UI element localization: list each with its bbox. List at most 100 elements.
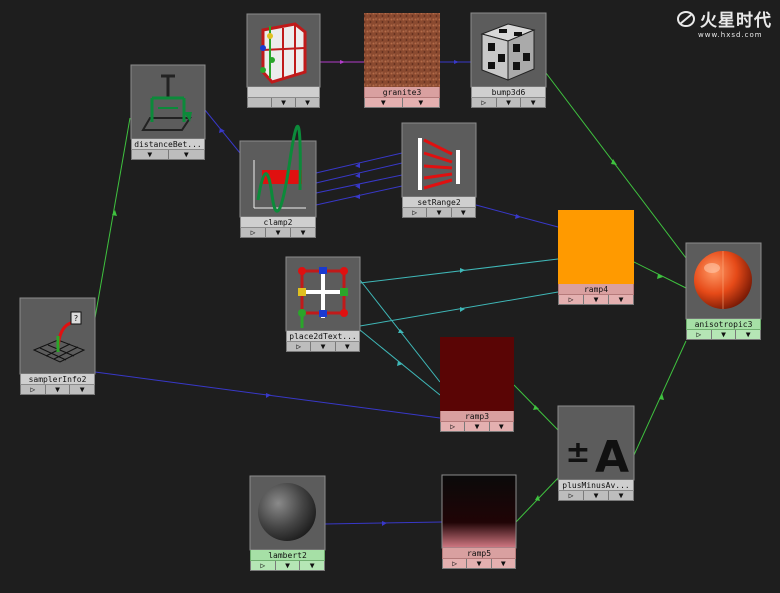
connection-setrange-clamp-1 bbox=[315, 152, 403, 174]
node-label: place2dText... bbox=[286, 331, 360, 342]
expand-button[interactable]: ▼ bbox=[365, 98, 403, 107]
ramp5-swatch bbox=[441, 474, 517, 549]
node-label: setRange2 bbox=[402, 197, 476, 208]
input-port-button[interactable]: ▷ bbox=[472, 98, 497, 107]
expand-button[interactable]: ▼ bbox=[584, 295, 609, 304]
hxsd-logo-icon bbox=[677, 10, 695, 27]
expand-button[interactable]: ▼ bbox=[266, 228, 291, 237]
expand-button[interactable]: ▼ bbox=[276, 561, 301, 570]
output-port-button[interactable]: ▼ bbox=[609, 295, 633, 304]
node-controls[interactable]: ▼ ▼ bbox=[131, 150, 205, 160]
node-controls[interactable]: ▷ ▼ ▼ bbox=[442, 559, 516, 569]
output-port-button[interactable]: ▼ bbox=[300, 561, 324, 570]
input-port-button[interactable]: ▷ bbox=[443, 559, 468, 568]
expand-button[interactable]: ▼ bbox=[132, 150, 169, 159]
input-port-button[interactable]: ▷ bbox=[287, 342, 312, 351]
expand-button[interactable]: ▼ bbox=[427, 208, 452, 217]
ramp3-swatch bbox=[440, 337, 514, 411]
node-controls[interactable]: ▷ ▼ ▼ bbox=[471, 98, 546, 108]
clamp-icon bbox=[239, 124, 317, 218]
node-controls[interactable]: ▷ ▼ ▼ bbox=[686, 330, 761, 340]
wire-arrow bbox=[659, 393, 664, 400]
output-port-button[interactable]: ▼ bbox=[403, 98, 440, 107]
node-controls[interactable]: ▷ ▼ ▼ bbox=[20, 385, 95, 395]
output-port-button[interactable]: ▼ bbox=[291, 228, 315, 237]
node-label: anisotropic3 bbox=[686, 319, 761, 330]
output-port-button[interactable]: ▼ bbox=[609, 491, 633, 500]
expand-button[interactable]: ▼ bbox=[46, 385, 71, 394]
bump3d-cube-icon bbox=[470, 12, 547, 88]
expand-button[interactable]: ▼ bbox=[584, 491, 609, 500]
expand-button[interactable]: ▼ bbox=[497, 98, 522, 107]
input-port-button[interactable]: ▷ bbox=[251, 561, 276, 570]
output-port-button[interactable]: ▼ bbox=[296, 98, 319, 107]
logo-text: 火星时代 bbox=[700, 11, 772, 31]
output-port-button[interactable]: ▼ bbox=[336, 342, 359, 351]
node-label: ramp4 bbox=[558, 284, 634, 295]
expand-button[interactable]: ▼ bbox=[311, 342, 336, 351]
output-port-button[interactable]: ▼ bbox=[490, 422, 513, 431]
wire-arrow bbox=[382, 521, 387, 526]
node-label: clamp2 bbox=[240, 217, 316, 228]
input-port-button[interactable]: ▷ bbox=[241, 228, 266, 237]
svg-text:±: ± bbox=[565, 435, 590, 470]
wire-arrow bbox=[397, 361, 403, 366]
node-controls[interactable]: ▷ ▼ ▼ bbox=[558, 491, 634, 501]
node-controls[interactable]: ▷ ▼ ▼ bbox=[286, 342, 360, 352]
wire-arrow bbox=[340, 60, 345, 64]
wire-arrow bbox=[515, 214, 521, 219]
wire-arrow bbox=[454, 60, 459, 64]
output-port-button[interactable]: ▼ bbox=[169, 150, 205, 159]
set-range-icon bbox=[401, 122, 477, 198]
expand-button[interactable]: ▼ bbox=[272, 98, 296, 107]
expand-button[interactable]: ▼ bbox=[465, 422, 490, 431]
node-controls[interactable]: ▷ ▼ ▼ bbox=[440, 422, 514, 432]
input-port-button[interactable] bbox=[248, 98, 272, 107]
hxsd-watermark-logo: 火星时代 www.hxsd.com bbox=[676, 6, 772, 39]
node-label: distanceBet... bbox=[131, 139, 205, 150]
logo-url: www.hxsd.com bbox=[698, 31, 763, 39]
node-label: ramp3 bbox=[440, 411, 514, 422]
svg-text:A: A bbox=[595, 432, 629, 483]
connection-ramp4-anisotropic3 bbox=[633, 261, 687, 289]
node-label: plusMinusAv... bbox=[558, 480, 634, 491]
node-controls[interactable]: ▷ ▼ ▼ bbox=[558, 295, 634, 305]
place2d-texture-icon bbox=[285, 256, 361, 332]
node-controls[interactable]: ▼ ▼ bbox=[247, 98, 320, 108]
place3d-texture-icon bbox=[246, 13, 321, 88]
svg-text:?: ? bbox=[74, 314, 78, 323]
input-port-button[interactable]: ▷ bbox=[559, 491, 584, 500]
ramp4-swatch bbox=[558, 210, 634, 284]
distance-between-icon bbox=[130, 64, 206, 140]
output-port-button[interactable]: ▼ bbox=[736, 330, 760, 339]
input-port-button[interactable]: ▷ bbox=[559, 295, 584, 304]
output-port-button[interactable]: ▼ bbox=[521, 98, 545, 107]
input-port-button[interactable]: ▷ bbox=[21, 385, 46, 394]
node-controls[interactable]: ▷ ▼ ▼ bbox=[250, 561, 325, 571]
node-label: lambert2 bbox=[250, 550, 325, 561]
sampler-info-icon: ? bbox=[19, 297, 96, 375]
node-label bbox=[247, 87, 320, 98]
input-port-button[interactable]: ▷ bbox=[687, 330, 712, 339]
output-port-button[interactable]: ▼ bbox=[70, 385, 94, 394]
output-port-button[interactable]: ▼ bbox=[452, 208, 475, 217]
node-label: bump3d6 bbox=[471, 87, 546, 98]
wire-arrow bbox=[219, 128, 225, 133]
input-port-button[interactable]: ▷ bbox=[441, 422, 466, 431]
node-label: ramp5 bbox=[442, 548, 516, 559]
node-label: granite3 bbox=[364, 87, 440, 98]
node-controls[interactable]: ▷ ▼ ▼ bbox=[402, 208, 476, 218]
lambert-sphere-icon bbox=[249, 475, 326, 551]
granite-swatch bbox=[364, 13, 440, 87]
output-port-button[interactable]: ▼ bbox=[492, 559, 515, 568]
anisotropic-sphere-icon bbox=[685, 242, 762, 320]
node-label: samplerInfo2 bbox=[20, 374, 95, 385]
connection-sampler-distance bbox=[94, 117, 131, 319]
connection-place2d-ramp4-b bbox=[359, 291, 559, 327]
input-port-button[interactable]: ▷ bbox=[403, 208, 428, 217]
node-controls[interactable]: ▷ ▼ ▼ bbox=[240, 228, 316, 238]
expand-button[interactable]: ▼ bbox=[712, 330, 737, 339]
plus-minus-average-icon: ± A bbox=[557, 405, 635, 483]
expand-button[interactable]: ▼ bbox=[467, 559, 492, 568]
node-controls[interactable]: ▼ ▼ bbox=[364, 98, 440, 108]
